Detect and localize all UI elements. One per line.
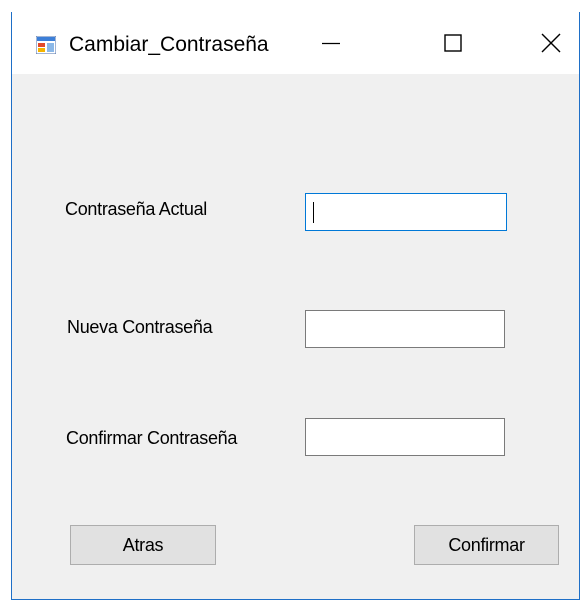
minimize-icon [322,42,340,45]
maximize-button[interactable] [422,12,484,74]
close-button[interactable] [520,12,579,74]
new-password-label: Nueva Contraseña [67,317,213,337]
current-password-input[interactable] [305,193,507,231]
current-password-label: Contraseña Actual [65,199,207,219]
back-button[interactable]: Atras [70,525,216,565]
minimize-button[interactable] [300,12,362,74]
window-title: Cambiar_Contraseña [69,33,269,56]
close-icon [541,33,561,53]
confirm-button[interactable]: Confirmar [414,525,559,565]
text-caret [313,202,314,223]
confirm-password-input[interactable] [305,418,505,456]
title-bar[interactable]: Cambiar_Contraseña [12,12,579,74]
windows-form-icon [36,36,56,54]
change-password-window: Cambiar_Contraseña Contraseña Actual Nue… [11,12,580,600]
confirm-password-label: Confirmar Contraseña [66,428,238,448]
maximize-icon [444,34,462,52]
new-password-input[interactable] [305,310,505,348]
